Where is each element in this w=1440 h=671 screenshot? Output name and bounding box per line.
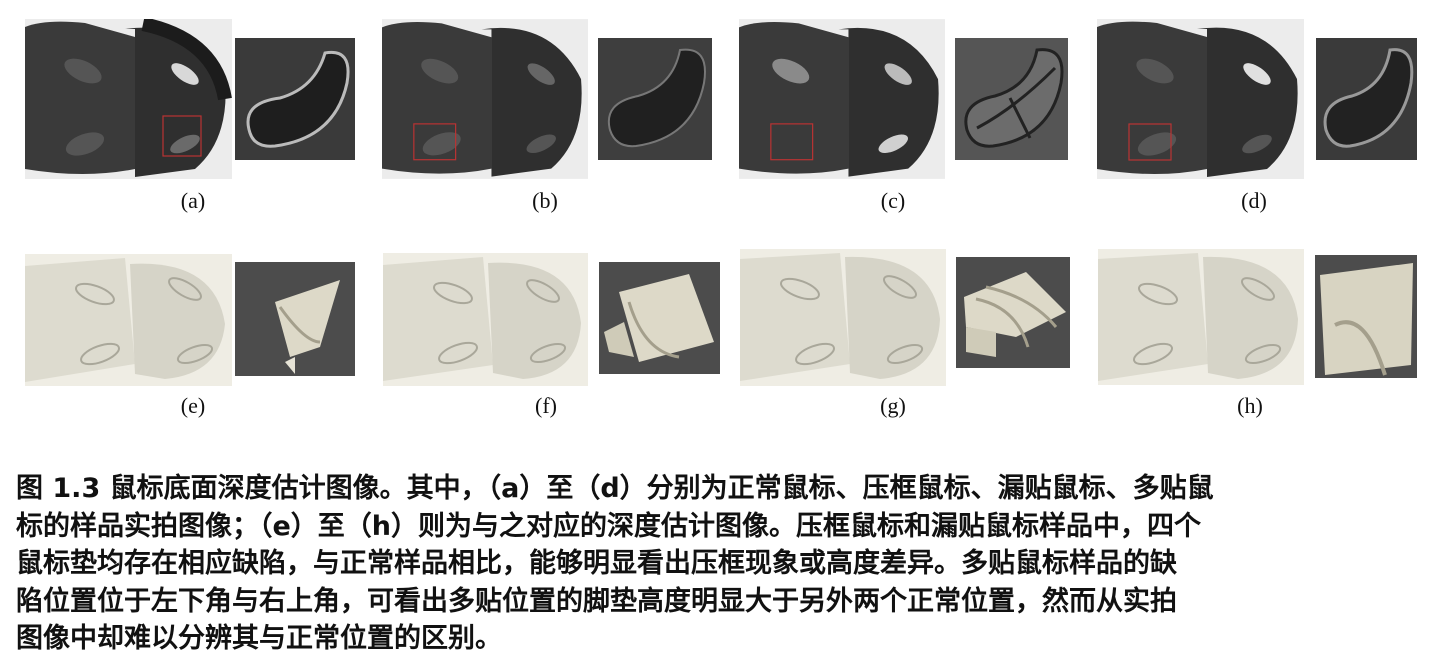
subfigure-label-c: (c) <box>880 188 906 213</box>
depth-map-h <box>1098 249 1304 385</box>
depth-map-f <box>383 253 588 386</box>
photo-c <box>739 19 945 179</box>
depth-crop-e <box>235 262 355 376</box>
mouse-underside-photo <box>25 19 232 179</box>
depth-map-g <box>740 249 946 386</box>
subfigure-label-a: (a) <box>180 188 206 213</box>
zoom-crop-b <box>598 38 712 160</box>
caption-line-5: 图像中却难以分辨其与正常位置的区别。 <box>16 623 502 654</box>
subfigure-label-e: (e) <box>180 393 206 418</box>
figure-caption: 图 1.3 鼠标底面深度估计图像。其中，（a）至（d）分别为正常鼠标、压框鼠标、… <box>16 470 1428 658</box>
caption-line-4: 陷位置位于左下角与右上角，可看出多贴位置的脚垫高度明显大于另外两个正常位置，然而… <box>16 585 1177 617</box>
mouse-underside-photo <box>1097 19 1304 179</box>
subfigure-label-d: (d) <box>1241 188 1267 213</box>
depth-crop-h <box>1315 255 1417 378</box>
zoom-crop-d <box>1316 38 1417 160</box>
mouse-underside-photo <box>382 19 588 179</box>
subfigure-label-b: (b) <box>532 188 558 213</box>
depth-crop-g <box>956 257 1070 368</box>
depth-crop-f <box>599 262 720 374</box>
photo-b <box>382 19 588 179</box>
caption-line-3: 鼠标垫均存在相应缺陷，与正常样品相比，能够明显看出压框现象或高度差异。多贴鼠标样… <box>16 548 1177 579</box>
zoom-crop-c <box>955 38 1068 160</box>
subfigure-label-g: (g) <box>880 393 906 418</box>
depth-map-e <box>25 254 232 386</box>
caption-line-1: 图 1.3 鼠标底面深度估计图像。其中，（a）至（d）分别为正常鼠标、压框鼠标、… <box>16 473 1214 504</box>
subfigure-label-f: (f) <box>535 393 557 418</box>
photo-a <box>25 19 232 179</box>
zoom-crop-a <box>235 38 355 160</box>
caption-line-2: 标的样品实拍图像；（e）至（h）则为与之对应的深度估计图像。压框鼠标和漏贴鼠标样… <box>16 510 1202 542</box>
photo-d <box>1097 19 1304 179</box>
subfigure-label-h: (h) <box>1237 393 1263 418</box>
mouse-underside-photo <box>739 19 945 179</box>
